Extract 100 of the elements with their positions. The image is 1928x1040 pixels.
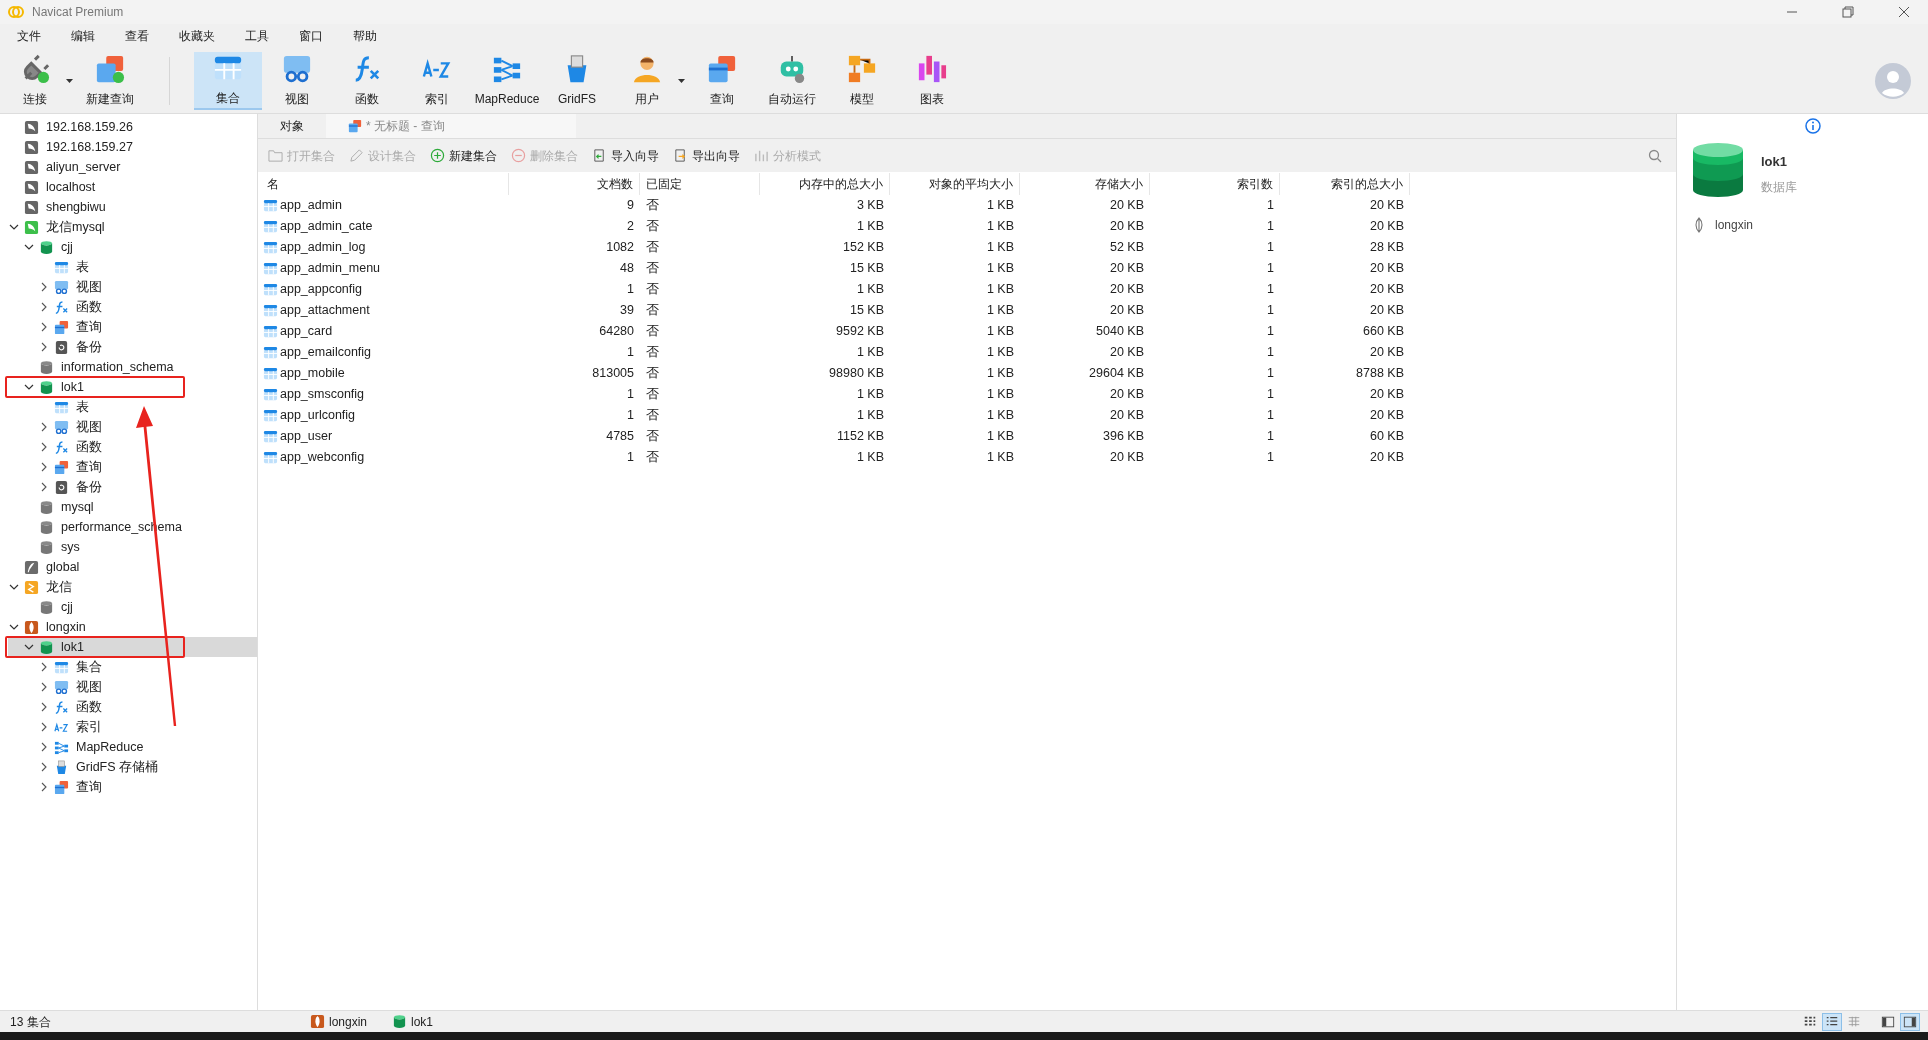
chevron-right-icon[interactable] — [39, 742, 49, 752]
chevron-right-icon[interactable] — [39, 342, 49, 352]
menu-item[interactable]: 工具 — [242, 27, 272, 45]
toolbar-button[interactable]: 查询 — [687, 51, 757, 110]
tree-item[interactable]: 函数 — [8, 697, 257, 717]
toolbar-button[interactable]: 集合 — [194, 51, 262, 110]
tree-item[interactable]: 函数 — [8, 297, 257, 317]
chevron-down-icon[interactable] — [9, 622, 19, 632]
chevron-right-icon[interactable] — [39, 662, 49, 672]
tree-item[interactable]: information_schema — [8, 357, 257, 377]
tree-item[interactable]: cjj — [8, 597, 257, 617]
chevron-down-icon[interactable] — [24, 242, 34, 252]
tree-item[interactable]: 索引 — [8, 717, 257, 737]
chevron-down-icon[interactable] — [24, 642, 34, 652]
column-header[interactable]: 索引数 — [1150, 173, 1280, 195]
tree-item[interactable]: 查询 — [8, 777, 257, 797]
list-view-icon[interactable] — [1822, 1012, 1842, 1031]
toolbar-button[interactable]: 索引 — [402, 51, 472, 110]
tree-item[interactable]: 龙信 — [8, 577, 257, 597]
restore-icon[interactable] — [1842, 6, 1854, 18]
column-header[interactable]: 文档数 — [509, 173, 640, 195]
toolbar-button[interactable]: MapReduce — [472, 51, 542, 110]
tree-item[interactable]: 备份 — [8, 477, 257, 497]
tree-item[interactable]: longxin — [8, 617, 257, 637]
database-icon — [39, 379, 54, 395]
toolbar-button[interactable]: 新建查询 — [75, 51, 145, 110]
menu-item[interactable]: 文件 — [14, 27, 44, 45]
tree-item[interactable]: 集合 — [8, 657, 257, 677]
chevron-right-icon[interactable] — [39, 422, 49, 432]
toolbar-button[interactable]: 自动运行 — [757, 51, 827, 110]
toolbar-button[interactable]: GridFS — [542, 51, 612, 110]
table-cell-text: app_admin_log — [280, 239, 366, 257]
tree-item[interactable]: 函数 — [8, 437, 257, 457]
caret-icon[interactable] — [678, 78, 685, 83]
toolbar-button[interactable]: 图表 — [897, 51, 967, 110]
chevron-right-icon[interactable] — [39, 482, 49, 492]
tree-item[interactable]: 表 — [8, 257, 257, 277]
tree-item[interactable]: 视图 — [8, 417, 257, 437]
chevron-right-icon[interactable] — [39, 302, 49, 312]
chevron-right-icon[interactable] — [39, 442, 49, 452]
tree-item[interactable]: mysql — [8, 497, 257, 517]
menu-item[interactable]: 编辑 — [68, 27, 98, 45]
tree-item[interactable]: shengbiwu — [8, 197, 257, 217]
column-header[interactable]: 存储大小 — [1020, 173, 1150, 195]
chevron-right-icon[interactable] — [39, 722, 49, 732]
database-name: lok1 — [1761, 153, 1788, 171]
tree-item[interactable]: 视图 — [8, 677, 257, 697]
toolbar-button[interactable]: 模型 — [827, 51, 897, 110]
column-header[interactable]: 内存中的总大小 — [760, 173, 890, 195]
tree-item[interactable]: aliyun_server — [8, 157, 257, 177]
chevron-down-icon[interactable] — [9, 582, 19, 592]
tree-item[interactable]: global — [8, 557, 257, 577]
info-icon[interactable] — [1804, 118, 1821, 134]
tree-item[interactable]: 视图 — [8, 277, 257, 297]
chevron-right-icon[interactable] — [39, 282, 49, 292]
caret-icon[interactable] — [66, 78, 73, 83]
table-cell-text: 20 KB — [1368, 344, 1405, 362]
tree-item[interactable]: MapReduce — [8, 737, 257, 757]
right-panel-icon[interactable] — [1900, 1012, 1920, 1031]
search-icon[interactable] — [1648, 148, 1662, 163]
tree-item[interactable]: lok1 — [8, 637, 257, 657]
menu-item[interactable]: 帮助 — [350, 27, 380, 45]
tree-item[interactable]: 龙信mysql — [8, 217, 257, 237]
chevron-right-icon[interactable] — [39, 322, 49, 332]
tree-item[interactable]: 备份 — [8, 337, 257, 357]
close-icon[interactable] — [1898, 6, 1910, 18]
tree-item[interactable]: 查询 — [8, 317, 257, 337]
tree-item[interactable]: sys — [8, 537, 257, 557]
tree-item[interactable]: 192.168.159.26 — [8, 117, 257, 137]
toolbar-button[interactable]: 视图 — [262, 51, 332, 110]
column-header[interactable]: 名 — [261, 173, 509, 195]
chevron-down-icon[interactable] — [9, 222, 19, 232]
query-icon — [348, 119, 362, 133]
column-header[interactable]: 对象的平均大小 — [890, 173, 1020, 195]
tree-item[interactable]: GridFS 存储桶 — [8, 757, 257, 777]
chevron-right-icon[interactable] — [39, 762, 49, 772]
toolbar-action[interactable]: 导入向导 — [592, 146, 659, 165]
tab[interactable]: * 无标题 - 查询 — [326, 114, 576, 138]
tree-item[interactable]: 192.168.159.27 — [8, 137, 257, 157]
tree-item[interactable]: cjj — [8, 237, 257, 257]
chevron-right-icon[interactable] — [39, 462, 49, 472]
toolbar-button[interactable]: 连接 — [0, 51, 70, 110]
toolbar-button[interactable]: 用户 — [612, 51, 682, 110]
tree-item[interactable]: localhost — [8, 177, 257, 197]
tree-item[interactable]: 表 — [8, 397, 257, 417]
chevron-right-icon[interactable] — [39, 702, 49, 712]
tree-label: 视图 — [76, 418, 102, 436]
chevron-right-icon[interactable] — [39, 782, 49, 792]
column-header[interactable]: 已固定 — [640, 173, 760, 195]
menu-item[interactable]: 查看 — [122, 27, 152, 45]
toolbar-button[interactable]: 函数 — [332, 51, 402, 110]
chevron-right-icon[interactable] — [39, 682, 49, 692]
menu-item[interactable]: 收藏夹 — [176, 27, 218, 45]
toolbar-action[interactable]: 新建集合 — [430, 146, 497, 165]
chevron-down-icon[interactable] — [24, 382, 34, 392]
column-header[interactable]: 索引的总大小 — [1280, 173, 1410, 195]
tree-item[interactable]: 查询 — [8, 457, 257, 477]
toolbar-action[interactable]: 导出向导 — [673, 146, 740, 165]
menu-item[interactable]: 窗口 — [296, 27, 326, 45]
tree-item[interactable]: lok1 — [8, 377, 257, 397]
